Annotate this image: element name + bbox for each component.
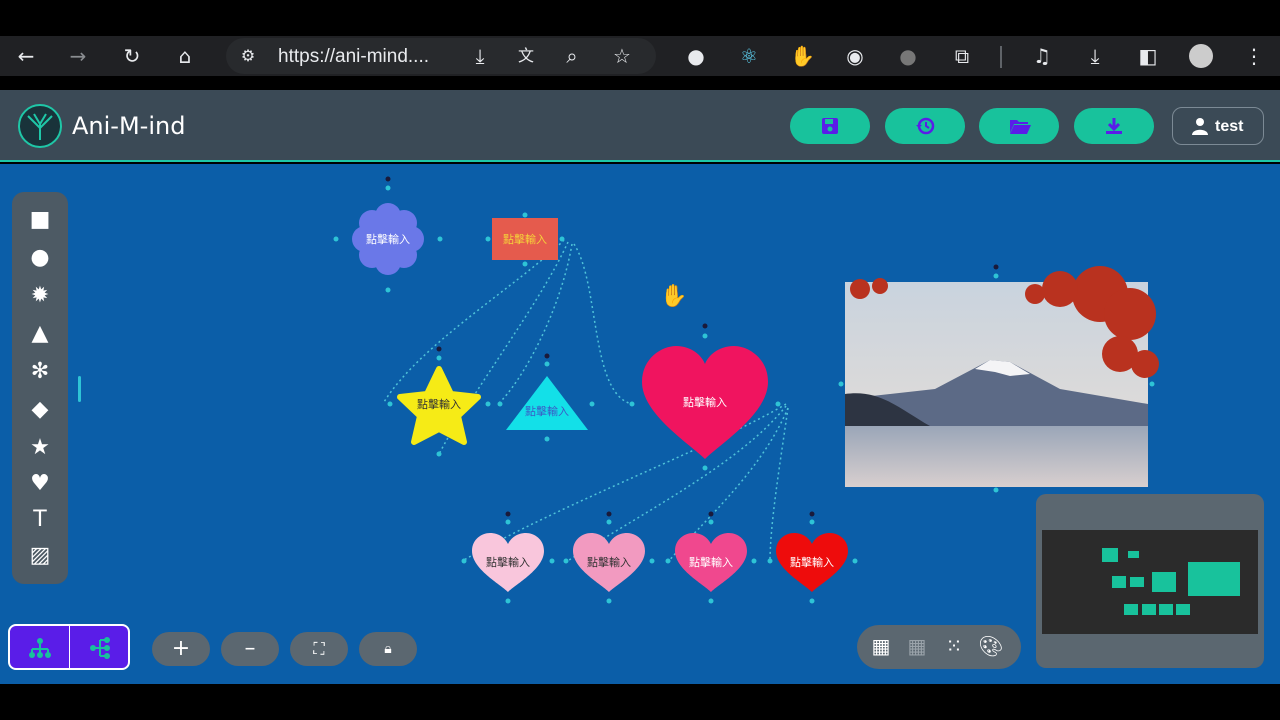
- forward-icon[interactable]: →: [66, 44, 90, 68]
- panel-resize-handle[interactable]: [78, 376, 81, 402]
- save-button[interactable]: [790, 108, 870, 144]
- minimap-node: [1102, 548, 1118, 562]
- image-icon[interactable]: ▨: [26, 542, 54, 570]
- minimap-viewport: [1042, 530, 1258, 634]
- star-node[interactable]: 點擊輸入: [397, 366, 481, 445]
- triangle-icon[interactable]: ▲: [26, 320, 54, 348]
- extensions-puzzle-icon[interactable]: ⧉: [950, 44, 974, 68]
- background-options: ▦ ▦ ⁙ 🎨︎: [857, 625, 1021, 669]
- minimap-node: [1130, 577, 1144, 587]
- logo-tree-icon: [18, 104, 62, 148]
- translate-icon[interactable]: 文: [514, 44, 538, 68]
- square-icon[interactable]: ■: [26, 206, 54, 234]
- lock-button[interactable]: 🔒︎: [359, 632, 417, 666]
- heart-node-2[interactable]: 點擊輸入: [573, 533, 645, 592]
- minimap-node: [1128, 551, 1139, 558]
- history-button[interactable]: [885, 108, 965, 144]
- open-folder-icon: [1010, 120, 1031, 134]
- menu-icon[interactable]: ⋮: [1242, 44, 1266, 68]
- node-label: 點擊輸入: [790, 555, 834, 569]
- diamond-icon[interactable]: ◆: [26, 396, 54, 424]
- url-text[interactable]: https://ani-mind....: [278, 46, 429, 68]
- node-label: 點擊輸入: [366, 232, 410, 246]
- node-label: 點擊輸入: [689, 555, 733, 569]
- zoom-icon[interactable]: ⌕: [560, 44, 584, 68]
- minimap-node: [1152, 572, 1176, 592]
- asterisk-flower-icon[interactable]: ✻: [26, 358, 54, 386]
- extension-icon[interactable]: ●: [684, 44, 708, 68]
- minimap-node: [1176, 604, 1190, 615]
- zoom-in-button[interactable]: +: [152, 632, 210, 666]
- media-icon[interactable]: ♫: [1030, 44, 1054, 68]
- back-icon[interactable]: ←: [14, 44, 38, 68]
- download-button[interactable]: [1074, 108, 1154, 144]
- user-label: test: [1215, 118, 1244, 135]
- download-icon[interactable]: ⤓: [468, 44, 492, 68]
- minimap-node: [1159, 604, 1173, 615]
- sidebar-icon[interactable]: ◧: [1136, 44, 1160, 68]
- layout-switcher: [8, 624, 130, 670]
- adblock-icon[interactable]: ✋: [790, 44, 815, 68]
- dots-icon[interactable]: ⁙: [941, 634, 967, 660]
- grid-icon[interactable]: ▦: [868, 634, 894, 660]
- heart-icon[interactable]: ♥: [26, 470, 54, 498]
- image-node[interactable]: [845, 266, 1159, 487]
- minimap-node: [1124, 604, 1138, 615]
- history-icon: [916, 117, 935, 135]
- app-title: Ani-M-ind: [72, 112, 186, 140]
- edge: [497, 243, 573, 405]
- app-header: Ani-M-ind test: [0, 90, 1280, 162]
- org-chart-icon: [29, 638, 51, 658]
- circle-icon[interactable]: ●: [26, 244, 54, 272]
- mindmap-canvas[interactable]: 點擊輸入 點擊輸入 點擊輸入 點擊輸入 點擊輸入 點擊輸入 點擊輸入 點擊輸入 …: [0, 164, 1280, 684]
- rect-node[interactable]: 點擊輸入: [492, 218, 558, 260]
- heart-node-3[interactable]: 點擊輸入: [675, 533, 747, 592]
- react-devtools-icon[interactable]: ⚛: [737, 44, 761, 68]
- extension-icon[interactable]: ◉: [843, 44, 867, 68]
- minimap-node: [1142, 604, 1156, 615]
- user-button[interactable]: test: [1172, 107, 1264, 145]
- download-icon: [1106, 118, 1122, 134]
- tree-layout-button[interactable]: [10, 626, 70, 668]
- browser-toolbar: ← → ↻ ⌂ ⚙ https://ani-mind.... ⤓ 文 ⌕ ☆ ●…: [0, 36, 1280, 76]
- node-label: 點擊輸入: [417, 397, 461, 411]
- home-icon[interactable]: ⌂: [173, 44, 197, 68]
- screen: ← → ↻ ⌂ ⚙ https://ani-mind.... ⤓ 文 ⌕ ☆ ●…: [0, 0, 1280, 720]
- cloud-icon[interactable]: ✹: [26, 282, 54, 310]
- fit-view-button[interactable]: ⛶: [290, 632, 348, 666]
- user-icon: [1192, 118, 1208, 135]
- minimap[interactable]: [1036, 494, 1264, 668]
- node-label: 點擊輸入: [587, 555, 631, 569]
- address-bar[interactable]: ⚙ https://ani-mind.... ⤓ 文 ⌕ ☆: [226, 38, 656, 74]
- profile-avatar-icon[interactable]: [1189, 44, 1213, 68]
- heart-node-4[interactable]: 點擊輸入: [776, 533, 848, 592]
- mindmap-layout-button[interactable]: [70, 626, 128, 668]
- node-label: 點擊輸入: [503, 232, 547, 246]
- extension-icon[interactable]: ●: [896, 44, 920, 68]
- minimap-node: [1188, 562, 1240, 596]
- site-settings-icon[interactable]: ⚙: [236, 44, 260, 68]
- downloads-icon[interactable]: ⤓: [1083, 44, 1107, 68]
- flower-node[interactable]: 點擊輸入: [352, 203, 424, 275]
- hand-cursor-icon: ✋: [660, 284, 688, 309]
- reload-icon[interactable]: ↻: [120, 44, 144, 68]
- save-icon: [822, 118, 838, 134]
- palette-icon[interactable]: 🎨︎: [978, 634, 1004, 660]
- bookmark-star-icon[interactable]: ☆: [610, 44, 634, 68]
- heart-node-1[interactable]: 點擊輸入: [472, 533, 544, 592]
- triangle-node[interactable]: 點擊輸入: [506, 376, 588, 430]
- edge: [573, 243, 633, 405]
- horizontal-tree-icon: [90, 637, 110, 659]
- zoom-out-button[interactable]: –: [221, 632, 279, 666]
- node-label: 點擊輸入: [525, 404, 569, 418]
- node-label: 點擊輸入: [486, 555, 530, 569]
- dot-grid-faint-icon[interactable]: ▦: [904, 634, 930, 660]
- minimap-node: [1112, 576, 1126, 588]
- node-label: 點擊輸入: [683, 395, 727, 409]
- shape-toolbar: ■ ● ✹ ▲ ✻ ◆ ★ ♥ T ▨: [12, 192, 68, 584]
- text-icon[interactable]: T: [26, 506, 54, 534]
- toolbar-divider: [1000, 46, 1002, 68]
- star-icon[interactable]: ★: [26, 434, 54, 462]
- open-file-button[interactable]: [979, 108, 1059, 144]
